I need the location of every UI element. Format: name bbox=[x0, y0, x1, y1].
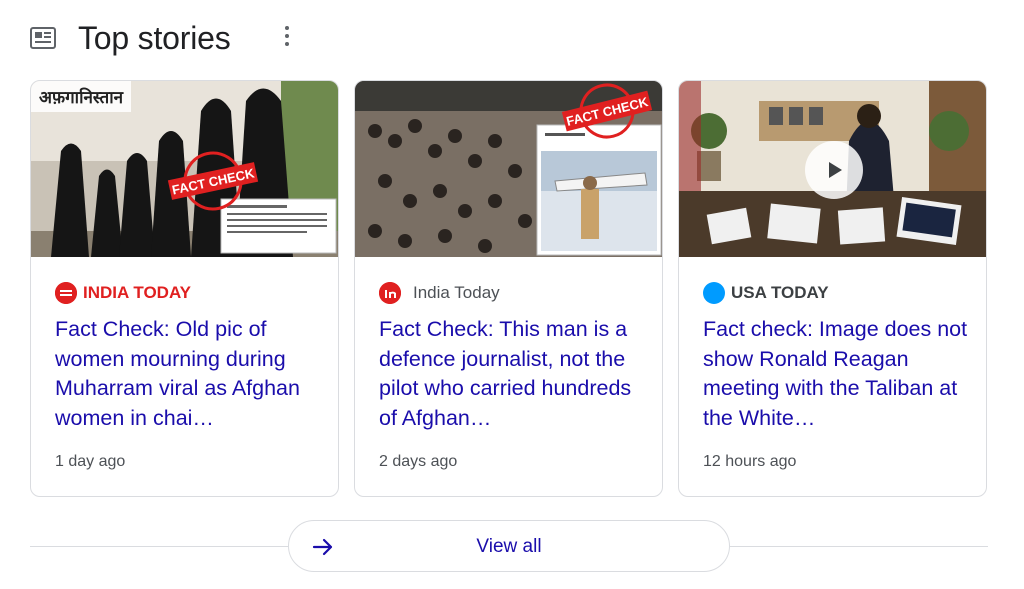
section-header: Top stories bbox=[30, 18, 231, 58]
india-today-logo-icon bbox=[379, 282, 401, 304]
play-icon[interactable] bbox=[805, 141, 863, 199]
view-all-label: View all bbox=[476, 536, 542, 557]
story-source: USA TODAY bbox=[703, 281, 829, 305]
story-card[interactable]: USA TODAY Fact check: Image does not sho… bbox=[678, 80, 987, 497]
india-today-logo-icon bbox=[55, 282, 77, 304]
source-name: India Today bbox=[413, 283, 500, 302]
view-all-button[interactable]: View all bbox=[288, 520, 730, 572]
story-thumbnail bbox=[679, 81, 986, 257]
story-headline[interactable]: Fact check: Image does not show Ronald R… bbox=[703, 315, 968, 433]
source-name: INDIA TODAY bbox=[83, 283, 192, 302]
story-time: 2 days ago bbox=[379, 453, 458, 470]
story-thumbnail: FACT CHECK अफ़गानिस्तान bbox=[31, 81, 338, 257]
story-source: India Today bbox=[379, 281, 500, 305]
section-title: Top stories bbox=[78, 19, 231, 56]
story-time: 12 hours ago bbox=[703, 453, 797, 470]
image-caption: अफ़गानिस्तान bbox=[31, 81, 132, 112]
story-headline[interactable]: Fact Check: Old pic of women mourning du… bbox=[55, 315, 320, 433]
divider-left bbox=[30, 546, 288, 547]
story-thumbnail: FACT CHECK bbox=[355, 81, 662, 257]
story-time: 1 day ago bbox=[55, 453, 126, 470]
story-card[interactable]: FACT CHECK India Today Fact Check: This … bbox=[354, 80, 663, 497]
story-headline[interactable]: Fact Check: This man is a defence journa… bbox=[379, 315, 644, 433]
story-source: INDIA TODAY bbox=[55, 281, 191, 305]
source-name: USA TODAY bbox=[731, 283, 829, 302]
newspaper-icon bbox=[30, 27, 56, 49]
usa-today-logo-icon bbox=[703, 282, 725, 304]
divider-right bbox=[730, 546, 988, 547]
more-vert-icon[interactable] bbox=[280, 24, 294, 48]
story-card[interactable]: FACT CHECK अफ़गानिस्तान INDIA TODAY Fact… bbox=[30, 80, 339, 497]
